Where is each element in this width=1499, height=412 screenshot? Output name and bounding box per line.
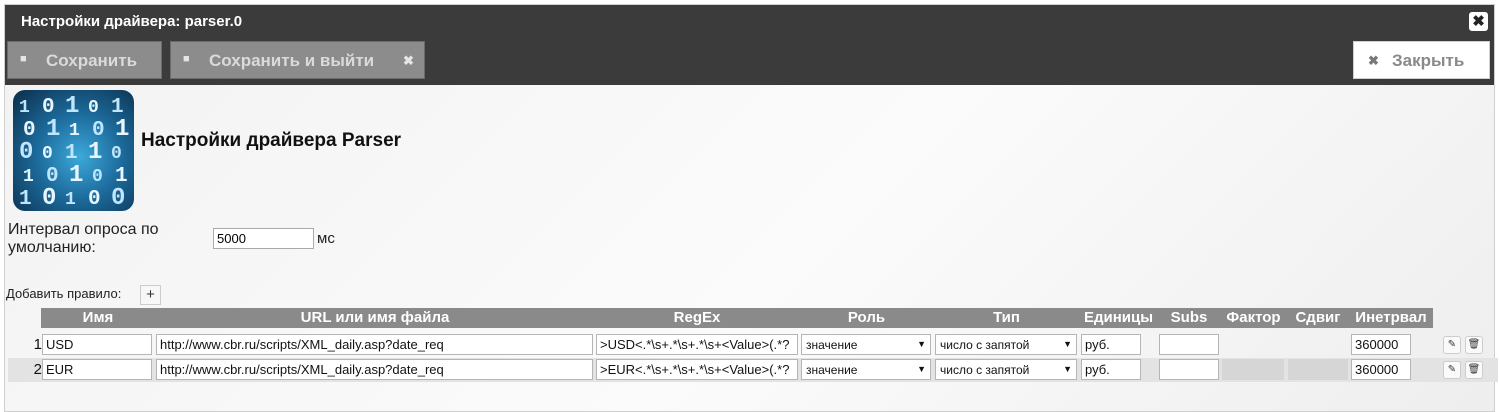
save-label: Сохранить bbox=[46, 51, 138, 70]
delete-icon[interactable]: 🗑 bbox=[1465, 336, 1483, 354]
save-and-exit-label: Сохранить и выйти bbox=[209, 51, 375, 70]
interval-unit: мс bbox=[317, 230, 335, 247]
type-select[interactable]: число с запятой ▼ bbox=[935, 359, 1077, 380]
role-select-value: значение bbox=[806, 338, 858, 352]
logo-digit: 0 bbox=[111, 185, 125, 211]
interval-cell-input[interactable]: 360000 bbox=[1351, 334, 1411, 355]
type-select[interactable]: число с запятой ▼ bbox=[935, 334, 1077, 355]
role-select-value: значение bbox=[806, 363, 858, 377]
column-header-subs: Subs bbox=[1170, 309, 1208, 326]
logo-digit: 0 bbox=[42, 185, 56, 211]
edit-icon[interactable]: ✎ bbox=[1443, 336, 1461, 354]
logo-digit: 0 bbox=[19, 139, 33, 166]
binary-digits-logo-art: 1 0 1 0 10 1 1 0 10 0 1 1 01 0 1 0 11 0 1 0 0 bbox=[19, 93, 129, 211]
logo-digit: 1 bbox=[19, 188, 32, 211]
logo-digit: 0 bbox=[42, 144, 53, 164]
column-header-type: Тип bbox=[993, 309, 1020, 326]
title-bar: Настройки драйвера: parser.0 ✖ bbox=[5, 5, 1494, 39]
units-input[interactable]: руб. bbox=[1081, 359, 1141, 380]
interval-input[interactable] bbox=[213, 228, 314, 249]
offset-cell bbox=[1288, 359, 1348, 380]
logo-digit: 1 bbox=[65, 190, 76, 210]
close-label: Закрыть bbox=[1392, 51, 1465, 70]
close-icon: ✖ bbox=[1368, 53, 1379, 68]
type-select-value: число с запятой bbox=[940, 338, 1030, 352]
logo-digit: 0 bbox=[111, 144, 122, 164]
factor-cell bbox=[1222, 359, 1284, 380]
table-row: 1 USD http://www.cbr.ru/scripts/XML_dail… bbox=[8, 333, 1498, 357]
edit-icon[interactable]: ✎ bbox=[1443, 361, 1461, 379]
close-icon: ✖ bbox=[403, 53, 414, 68]
units-input[interactable]: руб. bbox=[1081, 334, 1141, 355]
floppy-icon: ■ bbox=[20, 53, 27, 65]
logo-digit: 1 bbox=[88, 139, 102, 166]
save-button[interactable]: ■ Сохранить bbox=[7, 41, 162, 79]
window-close-button[interactable]: ✖ bbox=[1469, 12, 1488, 31]
logo-digit: 1 bbox=[19, 98, 30, 118]
row-number: 2 bbox=[33, 361, 42, 378]
driver-title: Настройки драйвера Parser bbox=[141, 130, 402, 151]
interval-cell-input[interactable]: 360000 bbox=[1351, 359, 1411, 380]
parser-logo: 1010101101001101010110100 bbox=[13, 90, 134, 211]
logo-digit: 1 bbox=[46, 116, 60, 143]
toolbar: ■ Сохранить ■ Сохранить и выйти ✖ ✖ Закр… bbox=[5, 39, 1494, 85]
delete-icon[interactable]: 🗑 bbox=[1465, 361, 1483, 379]
regex-input[interactable]: >USD<.*\s+.*\s+.*\s+<Value>(.*? bbox=[596, 334, 798, 355]
subs-input[interactable] bbox=[1159, 359, 1219, 380]
name-input[interactable]: EUR bbox=[42, 359, 152, 380]
floppy-icon: ■ bbox=[183, 53, 190, 65]
column-header-offset: Сдвиг bbox=[1295, 309, 1341, 326]
dropdown-arrow-icon: ▼ bbox=[1063, 339, 1072, 349]
url-input[interactable]: http://www.cbr.ru/scripts/XML_daily.asp?… bbox=[156, 359, 593, 380]
name-input[interactable]: USD bbox=[42, 334, 152, 355]
interval-label: Интервал опроса по умолчанию: bbox=[8, 221, 159, 256]
logo-digit: 1 bbox=[69, 162, 83, 189]
type-select-value: число с запятой bbox=[940, 363, 1030, 377]
column-header-url: URL или имя файла bbox=[300, 309, 450, 326]
row-number: 1 bbox=[33, 336, 42, 353]
column-header-role: Роль bbox=[847, 309, 886, 326]
dropdown-arrow-icon: ▼ bbox=[1063, 364, 1072, 374]
table-row: 2 EUR http://www.cbr.ru/scripts/XML_dail… bbox=[8, 358, 1498, 382]
regex-input[interactable]: >EUR<.*\s+.*\s+.*\s+<Value>(.*? bbox=[596, 359, 798, 380]
save-and-exit-button[interactable]: ■ Сохранить и выйти ✖ bbox=[170, 41, 425, 79]
logo-digit: 0 bbox=[88, 188, 101, 211]
column-header-factor: Фактор bbox=[1226, 309, 1281, 326]
column-header-name: Имя bbox=[82, 309, 114, 326]
column-header-regex: RegEx bbox=[673, 309, 721, 326]
dropdown-arrow-icon: ▼ bbox=[917, 339, 926, 349]
subs-input[interactable] bbox=[1159, 334, 1219, 355]
logo-digit: 1 bbox=[115, 116, 129, 143]
driver-settings-dialog: Настройки драйвера: parser.0 ✖ ■ Сохрани… bbox=[4, 4, 1498, 412]
logo-digit: 1 bbox=[23, 167, 34, 187]
add-rule-label: Добавить правило: bbox=[6, 286, 122, 301]
logo-digit: 1 bbox=[69, 121, 80, 141]
add-rule-button[interactable]: + bbox=[140, 285, 161, 305]
role-select[interactable]: значение ▼ bbox=[801, 359, 931, 380]
column-header-interval: Инетрвал bbox=[1355, 309, 1427, 326]
column-header-units: Единицы bbox=[1083, 309, 1154, 326]
logo-digit: 1 bbox=[65, 93, 79, 120]
url-input[interactable]: http://www.cbr.ru/scripts/XML_daily.asp?… bbox=[156, 334, 593, 355]
role-select[interactable]: значение ▼ bbox=[801, 334, 931, 355]
logo-digit: 0 bbox=[88, 98, 99, 118]
logo-digit: 0 bbox=[92, 167, 103, 187]
dropdown-arrow-icon: ▼ bbox=[917, 364, 926, 374]
window-title: Настройки драйвера: parser.0 bbox=[21, 13, 243, 30]
close-button[interactable]: ✖ Закрыть bbox=[1353, 41, 1490, 79]
